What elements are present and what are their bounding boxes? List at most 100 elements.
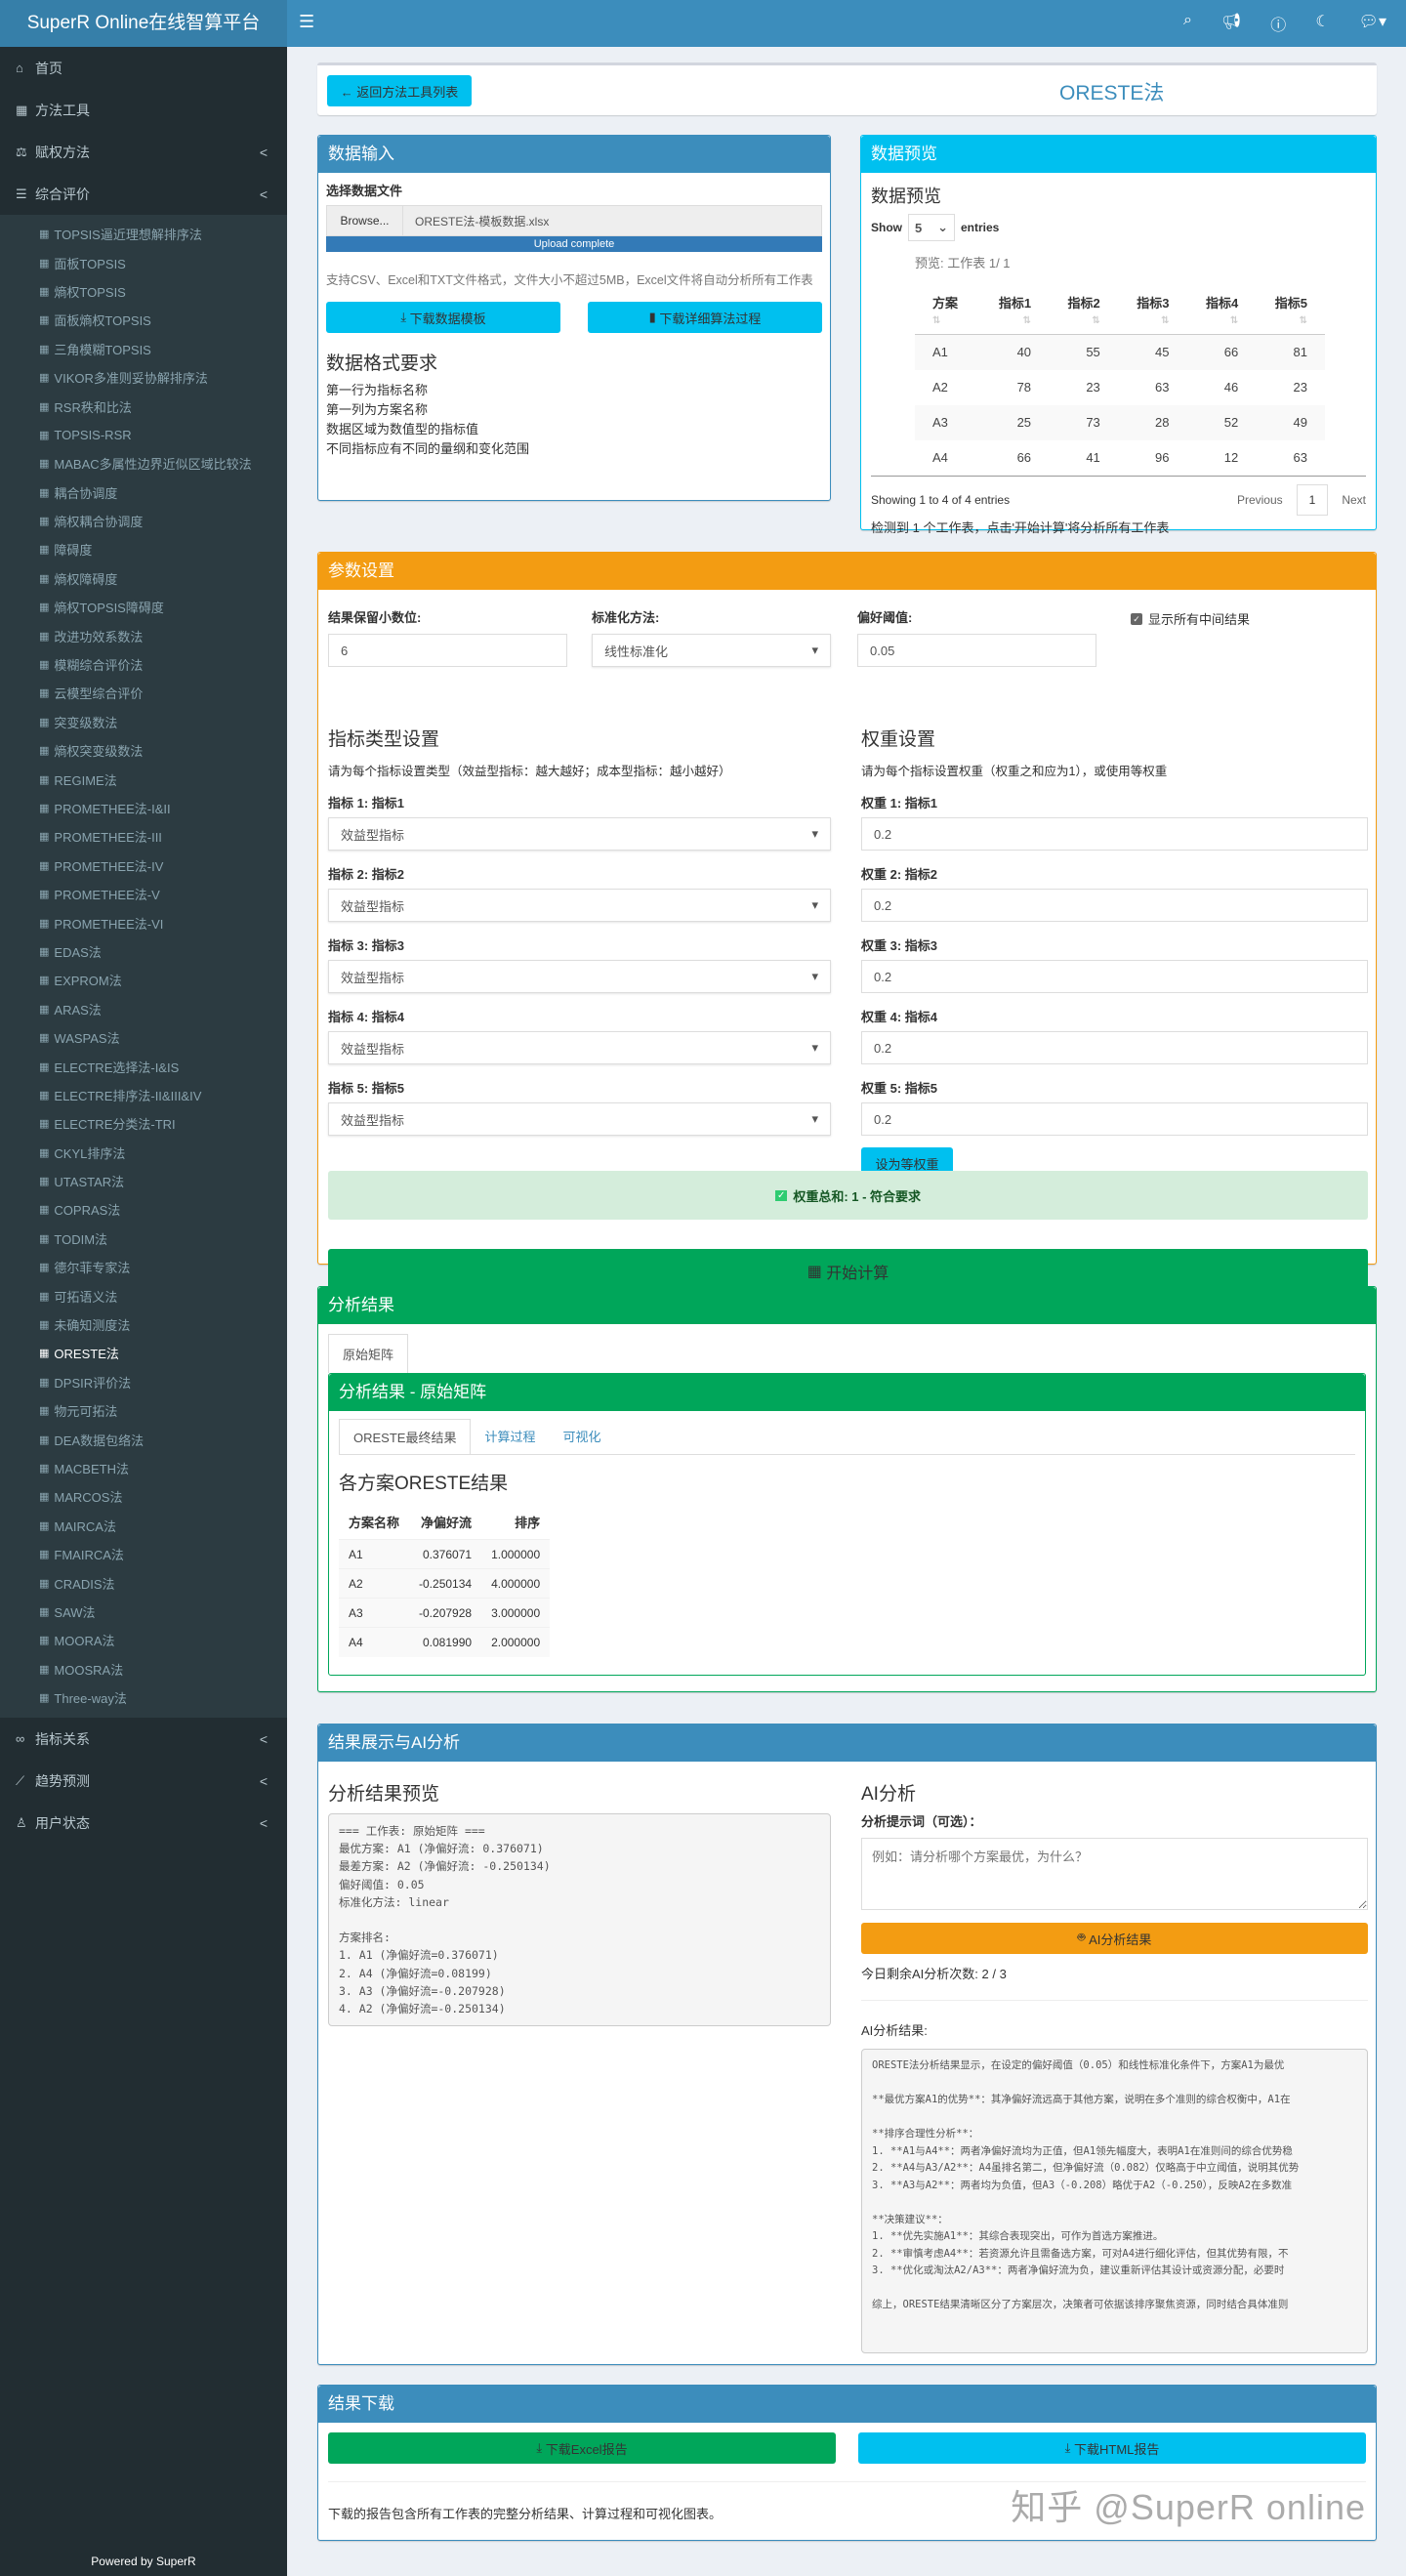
question-icon[interactable]: ⓘ	[1270, 12, 1286, 35]
sidebar-subitem[interactable]: ▦ DPSIR评价法	[0, 1368, 287, 1396]
download-html-button[interactable]: ⤓ 下载HTML报告	[858, 2432, 1366, 2464]
indicator-type-select[interactable]: 效益型指标 ▾	[328, 1102, 831, 1136]
indicator-type-select[interactable]: 效益型指标 ▾	[328, 817, 831, 851]
sidebar-subitem[interactable]: ▦ PROMETHEE法-III	[0, 822, 287, 851]
app-logo[interactable]: SuperR Online在线智算平台	[0, 0, 287, 47]
sidebar-item-bottom-1[interactable]: ⟋ 趋势预测 <	[0, 1760, 287, 1802]
sidebar-subitem[interactable]: ▦ MAIRCA法	[0, 1512, 287, 1540]
decimals-input[interactable]: 6	[328, 634, 567, 667]
sidebar-subitem[interactable]: ▦ EDAS法	[0, 937, 287, 966]
sidebar-subitem[interactable]: ▦ ARAS法	[0, 995, 287, 1023]
indicator-type-select[interactable]: 效益型指标 ▾	[328, 1031, 831, 1064]
sidebar-subitem[interactable]: ▦ RSR秩和比法	[0, 392, 287, 420]
sidebar-subitem[interactable]: ▦ REGIME法	[0, 765, 287, 793]
download-algorithm-button[interactable]: ▮ 下载详细算法过程	[588, 302, 822, 333]
download-template-button[interactable]: ⤓ 下载数据模板	[326, 302, 560, 333]
sidebar-subitem[interactable]: ▦ 熵权耦合协调度	[0, 507, 287, 535]
search-icon[interactable]: ⌕	[1183, 12, 1192, 35]
sidebar-subitem[interactable]: ▦ 模糊综合评价法	[0, 650, 287, 679]
menu-toggle-icon[interactable]: ☰	[299, 12, 314, 32]
weight-input[interactable]: 0.2	[861, 817, 1368, 851]
ai-analyze-button[interactable]: 🤖︎ AI分析结果	[861, 1923, 1368, 1954]
sidebar-subitem[interactable]: ▦ CKYL排序法	[0, 1139, 287, 1167]
sidebar-item-top-0[interactable]: ⌂ 首页	[0, 47, 287, 89]
sidebar-subitem[interactable]: ▦ 面板熵权TOPSIS	[0, 306, 287, 334]
weight-input[interactable]: 0.2	[861, 1031, 1368, 1064]
sidebar-subitem[interactable]: ▦ 耦合协调度	[0, 478, 287, 507]
sidebar-subitem[interactable]: ▦ 面板TOPSIS	[0, 248, 287, 276]
sidebar-subitem[interactable]: ▦ PROMETHEE法-I&II	[0, 794, 287, 822]
sidebar-subitem[interactable]: ▦ 德尔菲专家法	[0, 1253, 287, 1281]
column-header[interactable]: 指标1 ⇅	[979, 285, 1050, 335]
sidebar-subitem[interactable]: ▦ FMAIRCA法	[0, 1540, 287, 1568]
sidebar-subitem[interactable]: ▦ 三角模糊TOPSIS	[0, 335, 287, 363]
tab-result-0[interactable]: ORESTE最终结果	[339, 1419, 472, 1454]
sidebar-subitem[interactable]: ▦ TODIM法	[0, 1225, 287, 1253]
sidebar-subitem[interactable]: ▦ MOOSRA法	[0, 1655, 287, 1683]
column-header[interactable]: 指标4 ⇅	[1186, 285, 1257, 335]
sidebar-subitem[interactable]: ▦ CRADIS法	[0, 1568, 287, 1597]
normalization-select[interactable]: 线性标准化 ▾	[592, 634, 831, 667]
sidebar-subitem[interactable]: ▦ UTASTAR法	[0, 1167, 287, 1195]
browse-button[interactable]: Browse...	[327, 206, 403, 235]
sidebar-subitem[interactable]: ▦ MOORA法	[0, 1626, 287, 1654]
prompt-textarea[interactable]	[861, 1838, 1368, 1910]
sidebar-subitem[interactable]: ▦ 未确知测度法	[0, 1310, 287, 1339]
tab-result-1[interactable]: 计算过程	[471, 1419, 549, 1454]
sidebar-subitem[interactable]: ▦ EXPROM法	[0, 966, 287, 994]
sidebar-subitem[interactable]: ▦ 云模型综合评价	[0, 679, 287, 707]
sidebar-subitem[interactable]: ▦ TOPSIS逼近理想解排序法	[0, 220, 287, 248]
comments-icon[interactable]: 💬︎▾	[1359, 12, 1386, 35]
sidebar-subitem[interactable]: ▦ COPRAS法	[0, 1195, 287, 1224]
download-excel-button[interactable]: ⤓ 下载Excel报告	[328, 2432, 836, 2464]
sidebar-subitem[interactable]: ▦ 熵权障碍度	[0, 564, 287, 593]
sidebar-subitem[interactable]: ▦ ELECTRE分类法-TRI	[0, 1109, 287, 1138]
weight-input[interactable]: 0.2	[861, 889, 1368, 922]
sidebar-subitem[interactable]: ▦ DEA数据包络法	[0, 1425, 287, 1453]
column-header[interactable]: 指标5 ⇅	[1256, 285, 1325, 335]
sidebar-item-top-2[interactable]: ⚖ 赋权方法 <	[0, 131, 287, 173]
bullhorn-icon[interactable]: 📢︎	[1221, 12, 1241, 35]
sidebar-subitem[interactable]: ▦ MACBETH法	[0, 1454, 287, 1482]
sidebar-subitem[interactable]: ▦ 可拓语义法	[0, 1281, 287, 1309]
sidebar-subitem[interactable]: ▦ 改进功效系数法	[0, 621, 287, 649]
sidebar-subitem[interactable]: ▦ 熵权TOPSIS障碍度	[0, 593, 287, 621]
sidebar-subitem[interactable]: ▦ WASPAS法	[0, 1023, 287, 1052]
sidebar-subitem[interactable]: ▦ TOPSIS-RSR	[0, 421, 287, 449]
column-header[interactable]: 指标3 ⇅	[1117, 285, 1187, 335]
sidebar-item-top-1[interactable]: ▦ 方法工具	[0, 89, 287, 131]
pagination-next[interactable]: Next	[1342, 493, 1366, 507]
indicator-type-select[interactable]: 效益型指标 ▾	[328, 889, 831, 922]
moon-icon[interactable]: ☾	[1315, 12, 1329, 35]
sidebar-subitem[interactable]: ▦ PROMETHEE法-IV	[0, 852, 287, 880]
sidebar-item-bottom-2[interactable]: ♙ 用户状态 <	[0, 1802, 287, 1844]
sidebar-subitem[interactable]: ▦ ELECTRE排序法-II&III&IV	[0, 1081, 287, 1109]
show-all-checkbox[interactable]: ✓	[1131, 612, 1142, 625]
weight-input[interactable]: 0.2	[861, 1102, 1368, 1136]
indicator-type-select[interactable]: 效益型指标 ▾	[328, 960, 831, 993]
column-header[interactable]: 指标2 ⇅	[1049, 285, 1118, 335]
sidebar-item-bottom-0[interactable]: ∞ 指标关系 <	[0, 1718, 287, 1760]
sidebar-subitem[interactable]: ▦ 障碍度	[0, 535, 287, 563]
back-button[interactable]: ← 返回方法工具列表	[327, 75, 472, 106]
sidebar-subitem[interactable]: ▦ SAW法	[0, 1598, 287, 1626]
sidebar-subitem[interactable]: ▦ 物元可拓法	[0, 1396, 287, 1425]
pagination-previous[interactable]: Previous	[1237, 493, 1283, 507]
sidebar-subitem[interactable]: ▦ ELECTRE选择法-I&IS	[0, 1052, 287, 1080]
sidebar-subitem[interactable]: ▦ Three-way法	[0, 1683, 287, 1712]
threshold-input[interactable]: 0.05	[857, 634, 1096, 667]
tab-result-2[interactable]: 可视化	[549, 1419, 614, 1454]
sidebar-subitem[interactable]: ▦ MABAC多属性边界近似区域比较法	[0, 449, 287, 478]
sidebar-subitem[interactable]: ▦ VIKOR多准则妥协解排序法	[0, 363, 287, 392]
sidebar-subitem[interactable]: ▦ 熵权突变级数法	[0, 736, 287, 765]
weight-input[interactable]: 0.2	[861, 960, 1368, 993]
sidebar-subitem[interactable]: ▦ ORESTE法	[0, 1339, 287, 1367]
sidebar-subitem[interactable]: ▦ PROMETHEE法-V	[0, 880, 287, 908]
sidebar-subitem[interactable]: ▦ 突变级数法	[0, 708, 287, 736]
sidebar-item-top-3[interactable]: ☰ 综合评价 <	[0, 173, 287, 215]
sidebar-subitem[interactable]: ▦ 熵权TOPSIS	[0, 277, 287, 306]
tab-sheet-original[interactable]: 原始矩阵	[328, 1334, 409, 1373]
pagination-page[interactable]: 1	[1296, 483, 1329, 516]
column-header[interactable]: 方案 ⇅	[915, 285, 980, 335]
sidebar-subitem[interactable]: ▦ PROMETHEE法-VI	[0, 908, 287, 936]
